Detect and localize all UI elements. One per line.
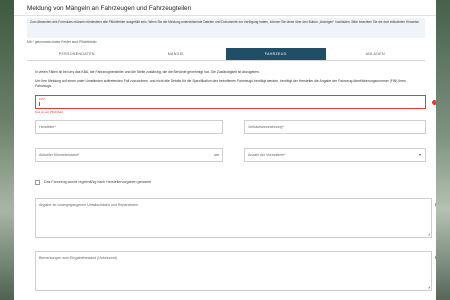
step-mangel[interactable]: MANGEL xyxy=(127,48,227,60)
km-unit-label: km xyxy=(214,153,219,157)
bemerkungen-label: Bemerkungen zum Eingabebestand (Unbekann… xyxy=(39,256,117,260)
fin-label: FIN* xyxy=(39,97,45,101)
notice-box: Zum Absenden des Formulars müssen mindes… xyxy=(27,18,425,38)
hersteller-input[interactable]: Hersteller* xyxy=(35,120,223,134)
help-icon[interactable] xyxy=(435,202,436,207)
section-intro-1: In vielen Fällen ist bei uns das KBA, di… xyxy=(35,70,260,74)
fin-error-text: Das ist ein Pflichtfeld xyxy=(35,110,63,114)
unfallschaeden-label: Angabe zu vorangegangenen Unfallschäden … xyxy=(39,203,138,207)
form-stepper: PERSONENDATEN MANGEL FAHRZEUG ANLAGEN xyxy=(27,48,425,61)
resize-handle-icon[interactable]: ◢ xyxy=(428,285,430,289)
report-dialog: Meldung von Mängeln an Fahrzeugen und Fa… xyxy=(14,0,436,300)
kilometerstand-label: Aktueller Kilometerstand* xyxy=(39,153,80,157)
background-photo-right xyxy=(436,0,450,300)
text-cursor xyxy=(39,102,40,106)
wartung-checkbox-label: Das Fahrzeug wurde regelmäßig nach Herst… xyxy=(44,180,152,184)
required-note: Mit * gekennzeichnete Felder sind Pflich… xyxy=(27,40,97,44)
hersteller-label: Hersteller* xyxy=(39,125,56,129)
step-personendaten[interactable]: PERSONENDATEN xyxy=(27,48,127,60)
wartung-checkbox[interactable] xyxy=(35,180,40,185)
step-anlagen[interactable]: ANLAGEN xyxy=(326,48,426,60)
section-intro-2: Um Ihre Meldung auf einen unter Umstände… xyxy=(35,79,406,88)
chevron-down-icon: ▾ xyxy=(418,152,421,157)
help-icon[interactable] xyxy=(435,255,436,260)
vorbesitzer-select[interactable]: Anzahl der Vorbesitzer* ▾ xyxy=(244,148,426,162)
dialog-title: Meldung von Mängeln an Fahrzeugen und Fa… xyxy=(27,5,192,12)
error-icon xyxy=(432,100,436,105)
fin-input[interactable]: FIN* xyxy=(35,95,426,109)
resize-handle-icon[interactable]: ◢ xyxy=(428,232,430,236)
background-photo-left xyxy=(0,0,14,300)
bemerkungen-textarea[interactable]: Bemerkungen zum Eingabebestand (Unbekann… xyxy=(35,251,432,291)
notice-text: Zum Absenden des Formulars müssen mindes… xyxy=(30,20,420,24)
verkaufsbezeichnung-label: Verkaufsbezeichnung* xyxy=(248,125,284,129)
vorbesitzer-label: Anzahl der Vorbesitzer* xyxy=(248,153,286,157)
verkaufsbezeichnung-input[interactable]: Verkaufsbezeichnung* xyxy=(244,120,426,134)
title-divider xyxy=(14,15,436,16)
step-fahrzeug[interactable]: FAHRZEUG xyxy=(226,48,326,60)
kilometerstand-input[interactable]: Aktueller Kilometerstand* km xyxy=(35,148,223,162)
unfallschaeden-textarea[interactable]: Angabe zu vorangegangenen Unfallschäden … xyxy=(35,198,432,238)
